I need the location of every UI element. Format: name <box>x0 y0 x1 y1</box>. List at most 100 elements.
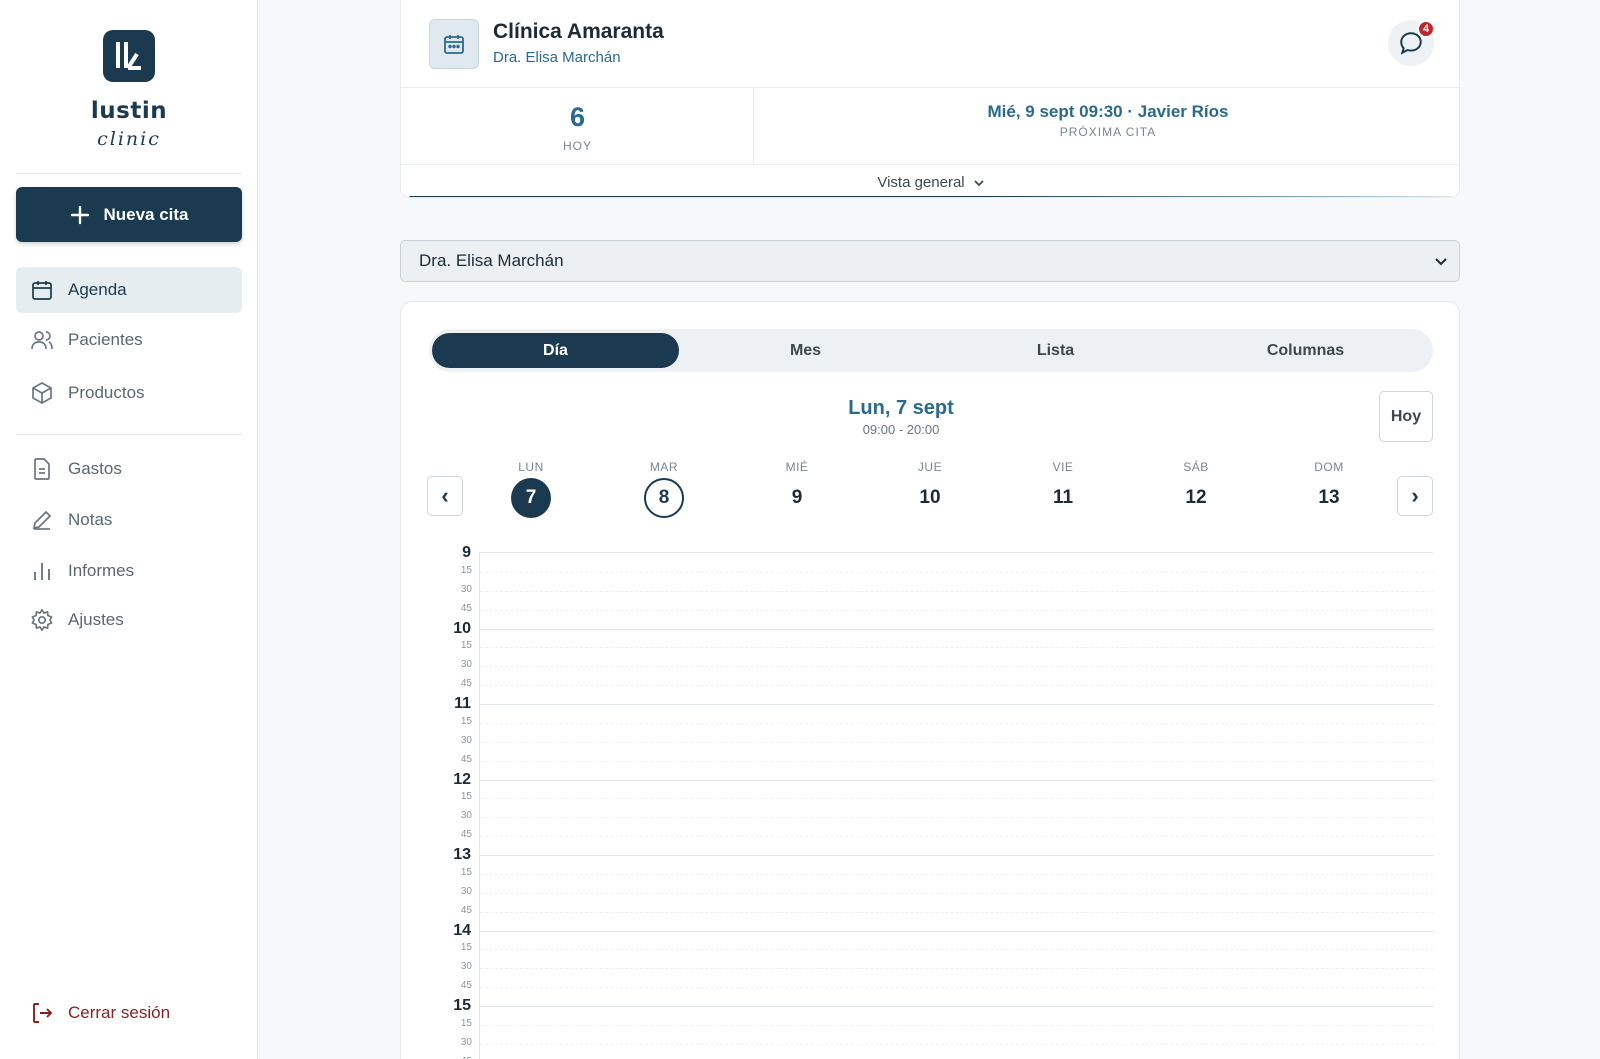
minute-label: 15 <box>460 640 472 652</box>
day-number: 10 <box>919 487 941 508</box>
view-tabs: Día Mes Lista Columnas <box>429 329 1433 372</box>
tab-mes[interactable]: Mes <box>682 333 929 368</box>
sidebar-item-agenda[interactable]: Agenda <box>16 267 242 313</box>
minute-label: 30 <box>460 659 472 671</box>
minute-label: 30 <box>460 961 472 973</box>
today-button[interactable]: Hoy <box>1379 391 1433 442</box>
bar-chart-icon <box>16 559 68 583</box>
document-icon <box>16 457 68 481</box>
day-sun[interactable]: DOM 13 <box>1299 460 1359 518</box>
minute-label: 45 <box>460 904 472 916</box>
quarter-line <box>480 760 1434 762</box>
hour-line <box>480 704 1434 705</box>
new-appointment-button[interactable]: Nueva cita <box>16 187 242 242</box>
day-name: DOM <box>1314 460 1344 474</box>
day-grid[interactable] <box>479 552 1434 1059</box>
pen-icon <box>16 508 68 532</box>
doctor-select[interactable]: Dra. Elisa Marchán <box>400 240 1460 282</box>
sidebar-item-informes[interactable]: Informes <box>16 548 242 594</box>
today-stat: 6 HOY <box>401 88 754 165</box>
tab-lista[interactable]: Lista <box>932 333 1179 368</box>
sidebar-item-label: Informes <box>68 561 135 580</box>
day-number: 8 <box>644 478 684 518</box>
calendar-icon <box>429 19 479 69</box>
prev-week-button[interactable]: ‹ <box>427 476 463 516</box>
sidebar-item-label: Pacientes <box>68 330 143 349</box>
quarter-line <box>480 571 1434 573</box>
next-appointment-stat: Mié, 9 sept 09:30 · Javier Ríos PRÓXIMA … <box>755 88 1459 165</box>
chevron-down-icon <box>1435 258 1447 266</box>
sidebar-item-ajustes[interactable]: Ajustes <box>16 597 242 643</box>
minute-label: 15 <box>460 715 472 727</box>
minute-label: 30 <box>460 810 472 822</box>
day-fri[interactable]: VIE 11 <box>1033 460 1093 518</box>
new-appointment-label: Nueva cita <box>103 204 189 224</box>
day-tue[interactable]: MAR 8 <box>634 460 694 518</box>
minute-label: 45 <box>460 829 472 841</box>
day-number: 9 <box>791 487 803 508</box>
brand-subtitle: clinic <box>97 128 161 150</box>
quarter-line <box>480 609 1434 611</box>
day-name: SÁB <box>1183 460 1209 474</box>
tab-dia[interactable]: Día <box>432 333 679 368</box>
header-progress-bar <box>409 196 1453 197</box>
calendar-card: Día Mes Lista Columnas Lun, 7 sept 09:00… <box>400 301 1460 1059</box>
quarter-line <box>480 817 1434 819</box>
logout-label: Cerrar sesión <box>68 1003 171 1022</box>
sidebar-item-productos[interactable]: Productos <box>16 370 242 416</box>
sidebar-divider <box>16 434 242 435</box>
hour-label: 10 <box>453 619 471 637</box>
overview-toggle[interactable]: Vista general <box>401 174 1459 191</box>
quarter-line <box>480 685 1434 687</box>
logout-button[interactable]: Cerrar sesión <box>16 990 242 1036</box>
day-name: MIÉ <box>785 460 809 474</box>
gear-icon <box>16 608 68 632</box>
stats-row: 6 HOY Mié, 9 sept 09:30 · Javier Ríos PR… <box>401 87 1459 165</box>
sidebar-divider <box>16 173 242 174</box>
quarter-line <box>480 647 1434 649</box>
hour-label: 15 <box>453 997 471 1014</box>
logo-icon <box>103 30 155 82</box>
sidebar-item-gastos[interactable]: Gastos <box>16 446 242 492</box>
day-number: 7 <box>511 478 551 518</box>
hour-line <box>480 855 1434 856</box>
quarter-line <box>480 892 1434 894</box>
hour-label: 9 <box>462 544 471 561</box>
notification-badge: 4 <box>1417 20 1435 38</box>
hour-line <box>480 930 1434 932</box>
doctor-select-value: Dra. Elisa Marchán <box>419 251 564 270</box>
minute-label: 15 <box>460 1017 472 1029</box>
minute-label: 45 <box>460 753 472 765</box>
day-mon[interactable]: LUN 7 <box>501 460 561 518</box>
minute-label: 30 <box>460 734 472 746</box>
day-name: LUN <box>518 460 544 474</box>
hour-label: 11 <box>454 695 471 712</box>
sidebar-item-notas[interactable]: Notas <box>16 497 242 543</box>
today-count: 6 <box>569 102 586 132</box>
box-icon <box>16 381 68 405</box>
day-sat[interactable]: SÁB 12 <box>1166 460 1226 518</box>
day-name: VIE <box>1052 460 1074 474</box>
day-thu[interactable]: JUE 10 <box>900 460 960 518</box>
sidebar-item-label: Ajustes <box>68 610 124 629</box>
quarter-line <box>480 873 1434 875</box>
quarter-line <box>480 949 1434 951</box>
clinic-header: Clínica Amaranta Dra. Elisa Marchán 4 6 … <box>400 0 1460 198</box>
sidebar-item-label: Productos <box>68 383 145 402</box>
minute-label: 45 <box>460 980 472 992</box>
tab-columnas[interactable]: Columnas <box>1182 333 1429 368</box>
day-wed[interactable]: MIÉ 9 <box>767 460 827 518</box>
minute-label: 15 <box>460 791 472 803</box>
day-name: MAR <box>649 460 679 474</box>
logout-icon <box>16 1001 68 1025</box>
sidebar-item-label: Gastos <box>68 459 122 478</box>
sidebar-item-pacientes[interactable]: Pacientes <box>16 317 242 363</box>
day-number: 13 <box>1318 487 1340 508</box>
minute-label: 15 <box>460 866 472 878</box>
hour-label: 12 <box>453 770 471 788</box>
next-week-button[interactable]: › <box>1397 476 1433 516</box>
overview-label: Vista general <box>877 174 965 191</box>
plus-icon <box>71 205 90 224</box>
quarter-line <box>480 987 1434 989</box>
working-hours: 09:00 - 20:00 <box>862 422 940 437</box>
